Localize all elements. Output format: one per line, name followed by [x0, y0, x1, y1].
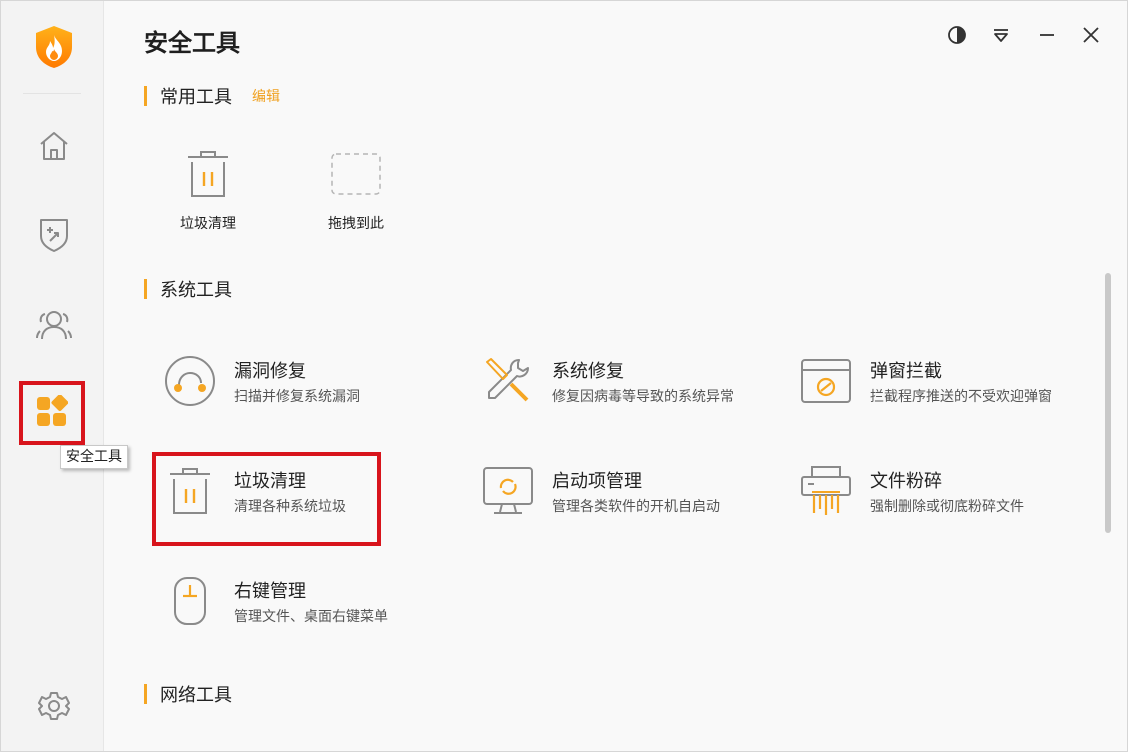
home-icon	[37, 129, 71, 167]
tool-file-shredder[interactable]: 文件粉碎 强制删除或彻底粉碎文件	[798, 463, 1098, 541]
popup-block-icon	[798, 353, 854, 409]
tool-description: 修复因病毒等导致的系统异常	[552, 389, 734, 405]
tool-name: 垃圾清理	[234, 471, 306, 492]
tool-description: 扫描并修复系统漏洞	[234, 389, 360, 405]
sidebar-item-home[interactable]	[31, 125, 77, 171]
page-title: 安全工具	[144, 29, 240, 57]
section-title: 系统工具	[160, 280, 232, 301]
theme-toggle-button[interactable]	[945, 25, 969, 49]
section-accent-bar	[144, 86, 147, 106]
tool-junk-clean[interactable]: 垃圾清理 清理各种系统垃圾	[162, 463, 462, 541]
trash-icon	[162, 463, 218, 519]
sidebar-item-accounts[interactable]	[31, 304, 77, 350]
vulnerability-icon	[162, 353, 218, 409]
tool-description: 拦截程序推送的不受欢迎弹窗	[870, 389, 1052, 405]
dropdown-icon	[991, 25, 1011, 49]
monitor-refresh-icon	[480, 463, 536, 519]
tool-description: 管理文件、桌面右键菜单	[234, 609, 388, 625]
quick-tool-label: 垃圾清理	[180, 216, 236, 232]
tool-name: 右键管理	[234, 581, 306, 602]
theme-icon	[947, 25, 967, 49]
section-accent-bar	[144, 279, 147, 299]
sidebar-item-security-tools[interactable]	[19, 381, 85, 445]
tool-name: 漏洞修复	[234, 361, 306, 382]
gear-icon	[38, 690, 70, 726]
section-system-tools: 系统工具	[144, 276, 232, 302]
tool-vulnerability-fix[interactable]: 漏洞修复 扫描并修复系统漏洞	[162, 353, 462, 431]
sidebar-divider	[23, 93, 81, 94]
sidebar-item-protection[interactable]	[31, 214, 77, 260]
sidebar-item-settings[interactable]	[31, 685, 77, 731]
section-network-tools: 网络工具	[144, 681, 232, 707]
mouse-icon	[162, 573, 218, 629]
shredder-icon	[798, 463, 854, 519]
sidebar-tooltip: 安全工具	[60, 445, 128, 469]
section-accent-bar	[144, 684, 147, 704]
tool-context-menu-manager[interactable]: 右键管理 管理文件、桌面右键菜单	[162, 573, 462, 651]
shield-plus-icon	[37, 217, 71, 257]
tool-startup-manager[interactable]: 启动项管理 管理各类软件的开机自启动	[480, 463, 780, 541]
tool-name: 文件粉碎	[870, 471, 942, 492]
scrollbar-thumb[interactable]	[1105, 273, 1111, 533]
edit-link[interactable]: 编辑	[252, 86, 280, 106]
section-common-tools: 常用工具 编辑	[144, 83, 280, 109]
flame-shield-logo-icon	[34, 25, 74, 69]
minimize-button[interactable]	[1035, 25, 1059, 49]
section-title: 常用工具	[160, 87, 232, 108]
close-button[interactable]	[1079, 25, 1103, 49]
app-window: 安全工具 安全工具 常用工具 编辑 垃圾清理 拖拽到此 系统工具 漏洞修复 扫描…	[0, 0, 1128, 752]
close-icon	[1081, 25, 1101, 49]
trash-icon	[183, 149, 233, 199]
menu-dropdown-button[interactable]	[989, 25, 1013, 49]
quick-tool-drop-slot[interactable]: 拖拽到此	[296, 149, 416, 249]
wrench-screwdriver-icon	[480, 353, 536, 409]
tool-name: 系统修复	[552, 361, 624, 382]
dashed-placeholder-icon	[331, 149, 381, 199]
section-title: 网络工具	[160, 685, 232, 706]
quick-tool-label: 拖拽到此	[328, 216, 384, 232]
tool-description: 清理各种系统垃圾	[234, 499, 346, 515]
tool-name: 弹窗拦截	[870, 361, 942, 382]
tool-description: 强制删除或彻底粉碎文件	[870, 499, 1024, 515]
users-icon	[36, 309, 72, 345]
sidebar	[1, 1, 104, 751]
tool-popup-block[interactable]: 弹窗拦截 拦截程序推送的不受欢迎弹窗	[798, 353, 1098, 431]
apps-grid-icon	[36, 394, 69, 431]
tool-name: 启动项管理	[552, 471, 642, 492]
minimize-icon	[1037, 25, 1057, 49]
quick-tool-junk-clean[interactable]: 垃圾清理	[148, 149, 268, 249]
tool-description: 管理各类软件的开机自启动	[552, 499, 720, 515]
tool-system-repair[interactable]: 系统修复 修复因病毒等导致的系统异常	[480, 353, 780, 431]
